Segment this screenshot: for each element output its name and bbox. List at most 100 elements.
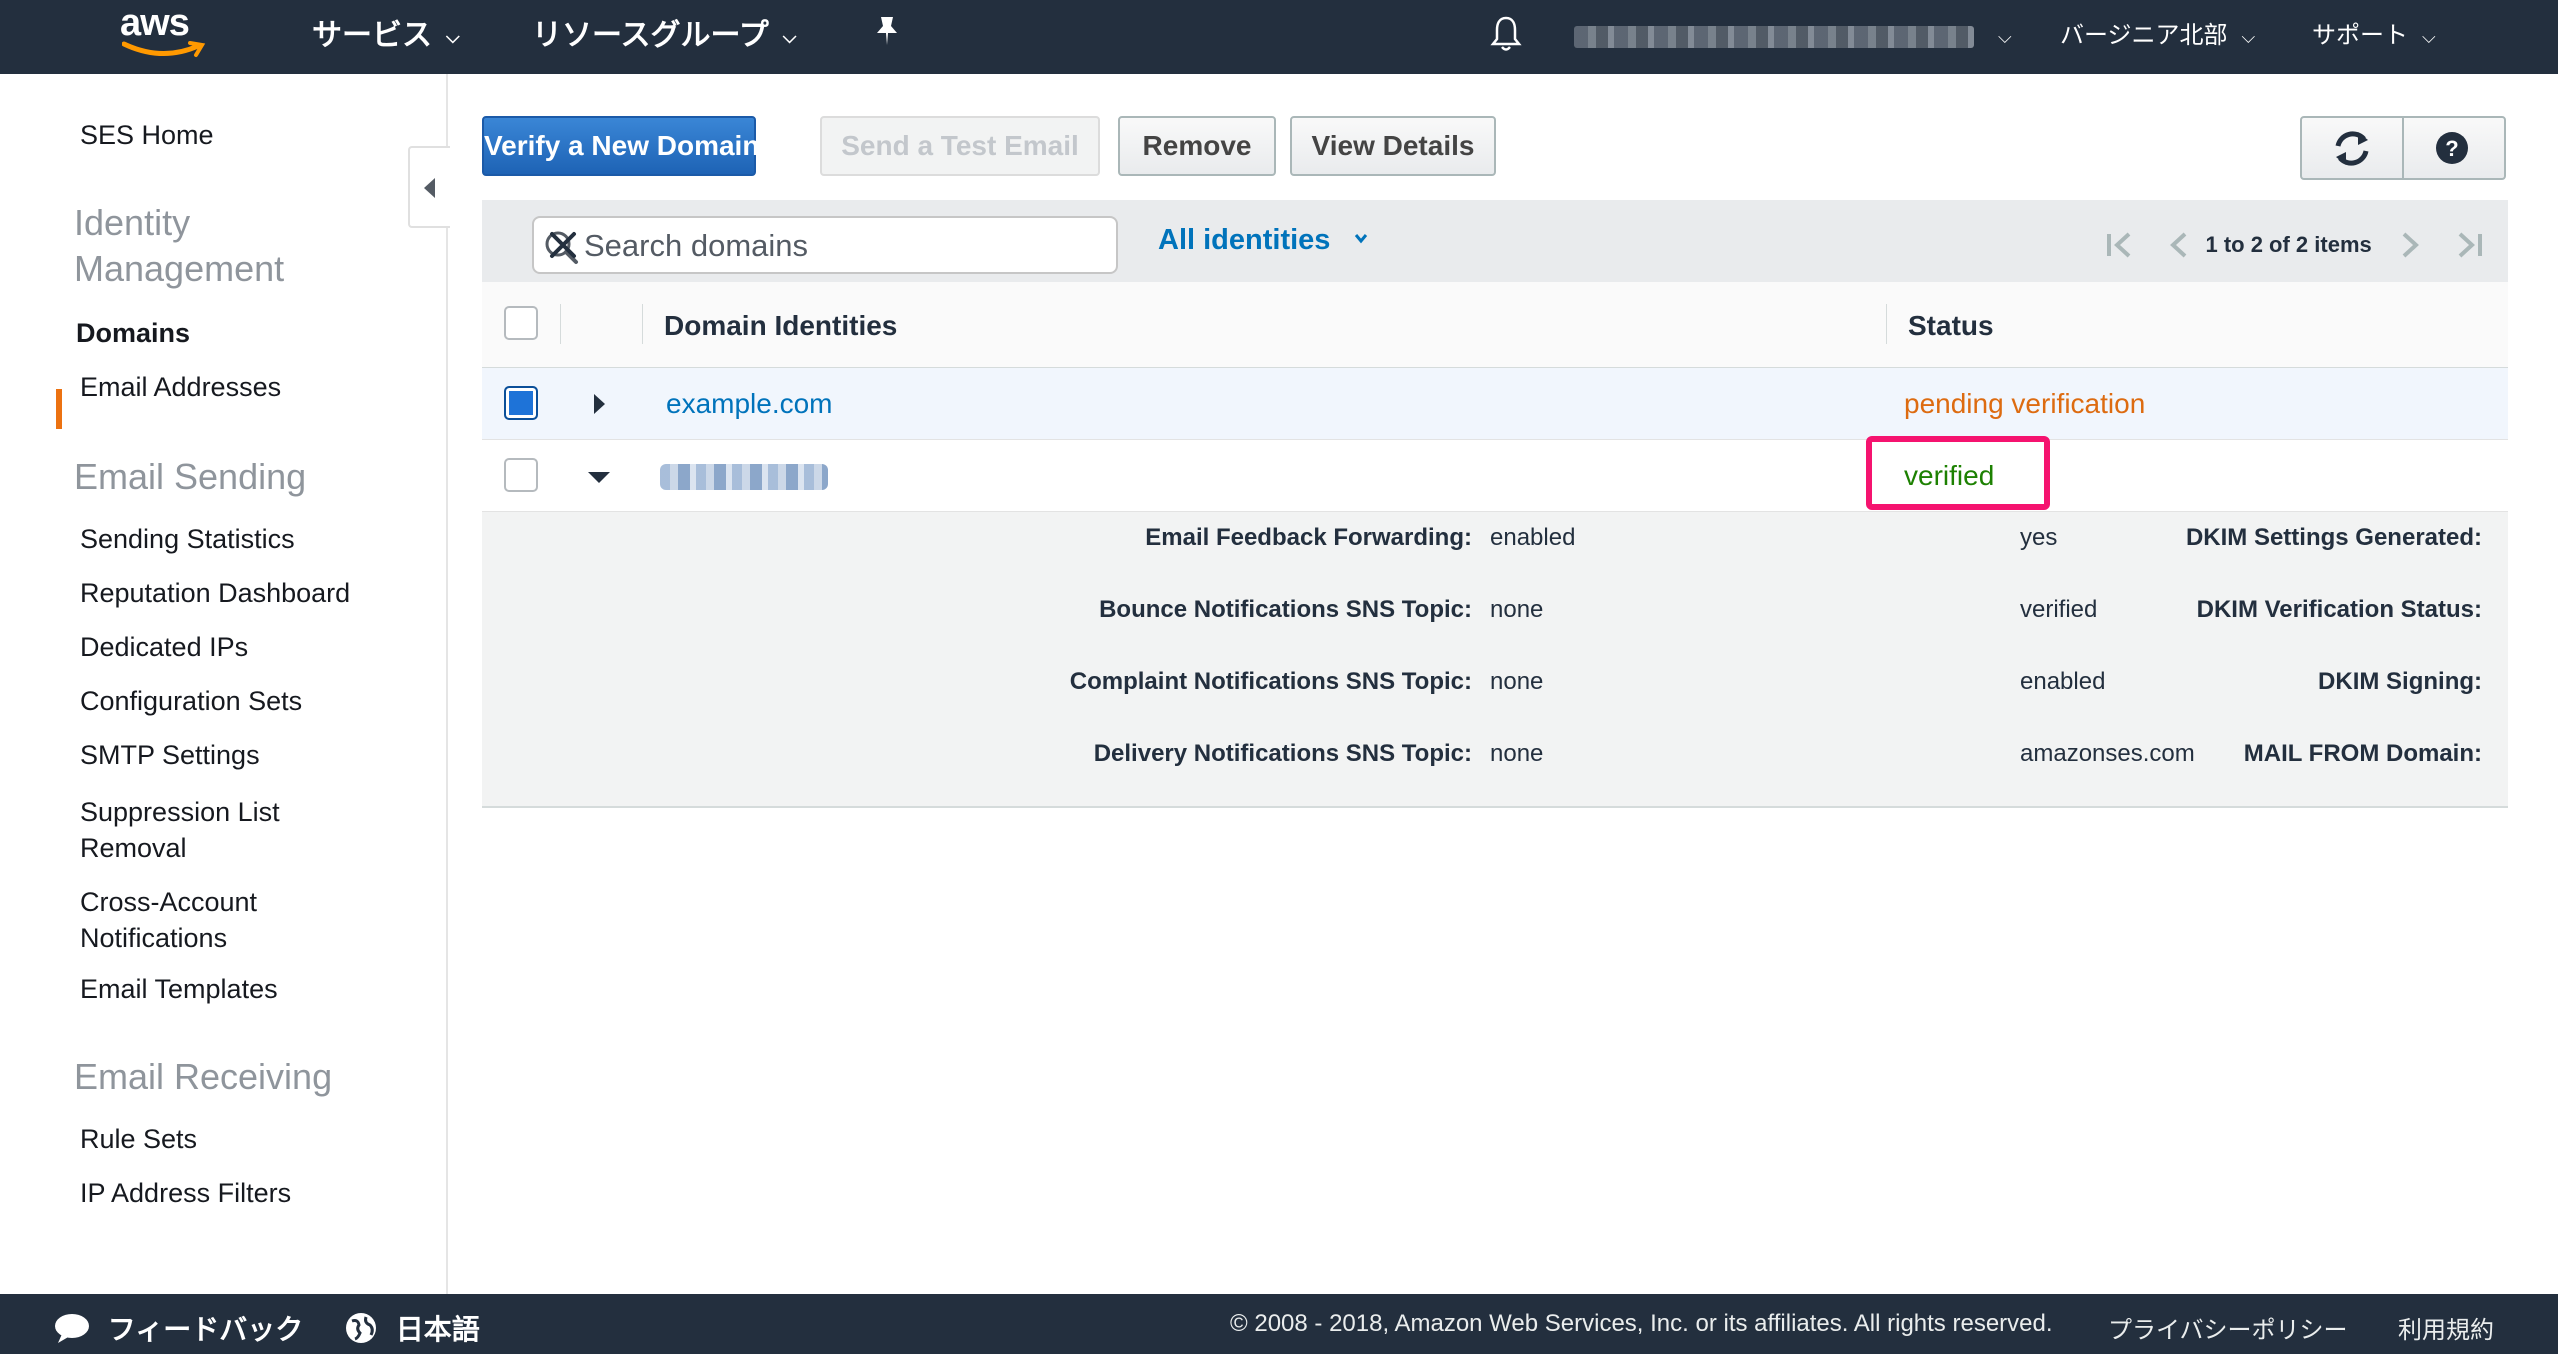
detail-key: DKIM Settings Generated:: [2185, 524, 2482, 551]
last-page-icon[interactable]: [2448, 230, 2488, 260]
chevron-down-icon: ⌵: [1998, 26, 2012, 47]
sidebar-section-email-receiving: Email Receiving: [74, 1056, 333, 1097]
sidebar-item-email-templates[interactable]: Email Templates: [80, 974, 278, 1005]
sidebar-item-reputation-dashboard[interactable]: Reputation Dashboard: [80, 578, 350, 609]
domains-table-panel: All identities 1 to 2 of 2 items Domain …: [482, 200, 2508, 808]
detail-key: Complaint Notifications SNS Topic:: [1069, 668, 1472, 695]
row-checkbox[interactable]: [504, 386, 538, 420]
detail-key: Delivery Notifications SNS Topic:: [1093, 740, 1472, 767]
region-label: バージニア北部: [2060, 22, 2228, 49]
pagination-text: 1 to 2 of 2 items: [2205, 232, 2372, 257]
detail-value: none: [1490, 596, 1544, 623]
svg-text:?: ?: [2445, 136, 2458, 161]
view-details-button[interactable]: View Details: [1290, 116, 1496, 176]
refresh-button[interactable]: [2300, 116, 2404, 180]
sidebar-item-smtp-settings[interactable]: SMTP Settings: [80, 740, 260, 771]
close-icon[interactable]: [542, 224, 584, 266]
column-header-status[interactable]: Status: [1908, 310, 1994, 342]
send-test-email-button[interactable]: Send a Test Email: [820, 116, 1100, 176]
remove-button[interactable]: Remove: [1118, 116, 1276, 176]
pagination: 1 to 2 of 2 items: [2101, 230, 2488, 260]
footer-bar: フィードバック 日本語 © 2008 - 2018, Amazon Web Se…: [0, 1294, 2558, 1354]
refresh-icon: [2335, 131, 2369, 166]
detail-value: none: [1490, 740, 1544, 767]
language-selector[interactable]: 日本語: [344, 1308, 480, 1348]
filter-bar: All identities 1 to 2 of 2 items: [482, 200, 2508, 282]
globe-icon: [346, 1313, 376, 1343]
chevron-down-icon: ⌵: [782, 27, 797, 48]
collapse-icon[interactable]: [588, 472, 610, 483]
detail-value: enabled: [1490, 524, 1576, 551]
detail-key: Bounce Notifications SNS Topic:: [1099, 596, 1472, 623]
identity-filter-label: All identities: [1158, 224, 1331, 256]
aws-logo-text: aws: [120, 2, 190, 44]
support-label: サポート: [2312, 22, 2408, 49]
expand-icon[interactable]: [594, 394, 605, 414]
chevron-down-icon: ⌵: [446, 27, 460, 48]
resource-groups-label: リソースグループ: [532, 19, 769, 52]
first-page-icon[interactable]: [2101, 230, 2141, 260]
table-row[interactable]: verified: [482, 440, 2508, 512]
chevron-down-icon: ⌵: [2241, 26, 2256, 47]
pin-icon[interactable]: [872, 14, 902, 54]
column-separator: [560, 304, 561, 344]
aws-smile-icon: [122, 41, 206, 57]
column-separator: [642, 304, 643, 344]
region-menu[interactable]: バージニア北部 ⌵: [2060, 16, 2255, 56]
bell-icon[interactable]: [1490, 14, 1522, 54]
select-all-checkbox[interactable]: [504, 306, 538, 340]
language-label: 日本語: [395, 1314, 480, 1345]
feedback-button[interactable]: フィードバック: [52, 1308, 303, 1348]
detail-value: enabled: [2020, 668, 2106, 695]
search-box[interactable]: [532, 216, 1118, 274]
column-header-domain-identities[interactable]: Domain Identities: [664, 310, 897, 342]
chevron-down-icon: ⌵: [2422, 26, 2436, 47]
sidebar-section-email-sending: Email Sending: [74, 456, 307, 497]
help-button[interactable]: ?: [2402, 116, 2506, 180]
support-menu[interactable]: サポート ⌵: [2312, 16, 2436, 56]
detail-key: DKIM Signing:: [2318, 668, 2482, 695]
search-input[interactable]: [584, 228, 1054, 264]
services-menu[interactable]: サービス ⌵: [312, 16, 460, 56]
sidebar-item-email-addresses[interactable]: Email Addresses: [80, 372, 281, 403]
sidebar-item-sending-statistics[interactable]: Sending Statistics: [80, 524, 295, 555]
sidebar-item-suppression-list-removal[interactable]: Suppression List Removal: [80, 794, 320, 866]
sidebar-item-cross-account-notifications[interactable]: Cross-Account Notifications: [80, 884, 310, 956]
detail-value: amazonses.com: [2020, 740, 2195, 767]
next-page-icon[interactable]: [2390, 230, 2426, 260]
feedback-label: フィードバック: [107, 1314, 304, 1345]
copyright-text: © 2008 - 2018, Amazon Web Services, Inc.…: [1230, 1310, 2053, 1337]
chat-icon: [55, 1314, 89, 1343]
sidebar-item-rule-sets[interactable]: Rule Sets: [80, 1124, 197, 1155]
prev-page-icon[interactable]: [2163, 230, 2199, 260]
table-row[interactable]: example.com pending verification: [482, 368, 2508, 440]
sidebar-collapse-button[interactable]: [408, 146, 450, 228]
detail-value: yes: [2020, 524, 2058, 551]
detail-key: DKIM Verification Status:: [2196, 596, 2482, 623]
active-item-marker: [56, 389, 62, 429]
domain-link-redacted[interactable]: [660, 464, 828, 490]
sidebar-item-domains[interactable]: Domains: [76, 318, 190, 349]
sidebar-item-dedicated-ips[interactable]: Dedicated IPs: [80, 632, 248, 663]
aws-logo[interactable]: aws: [120, 2, 210, 62]
detail-value: none: [1490, 668, 1544, 695]
top-navigation-bar: aws サービス ⌵ リソースグループ ⌵ ⌵ バージニア北部 ⌵ サポート ⌵: [0, 0, 2558, 74]
chevron-down-icon: [1355, 234, 1368, 244]
sidebar-item-configuration-sets[interactable]: Configuration Sets: [80, 686, 302, 717]
sidebar-section-identity-management: Identity Management: [74, 202, 285, 289]
terms-link[interactable]: 利用規約: [2398, 1310, 2494, 1345]
verify-new-domain-button[interactable]: Verify a New Domain: [482, 116, 759, 176]
privacy-policy-link[interactable]: プライバシーポリシー: [2108, 1310, 2348, 1345]
identity-filter-dropdown[interactable]: All identities: [1158, 224, 1376, 257]
resource-groups-menu[interactable]: リソースグループ ⌵: [532, 16, 796, 56]
sidebar-item-ses-home[interactable]: SES Home: [80, 120, 214, 151]
status-pending: pending verification: [1904, 388, 2146, 419]
account-menu[interactable]: ⌵: [1574, 16, 2012, 56]
domain-link[interactable]: example.com: [666, 388, 833, 420]
sidebar: SES Home Identity Management Domains Ema…: [0, 74, 448, 1294]
detail-key: Email Feedback Forwarding:: [1145, 524, 1472, 551]
column-separator: [1886, 304, 1887, 344]
sidebar-item-ip-address-filters[interactable]: IP Address Filters: [80, 1178, 291, 1209]
row-checkbox[interactable]: [504, 458, 538, 492]
detail-value: verified: [2020, 596, 2098, 623]
